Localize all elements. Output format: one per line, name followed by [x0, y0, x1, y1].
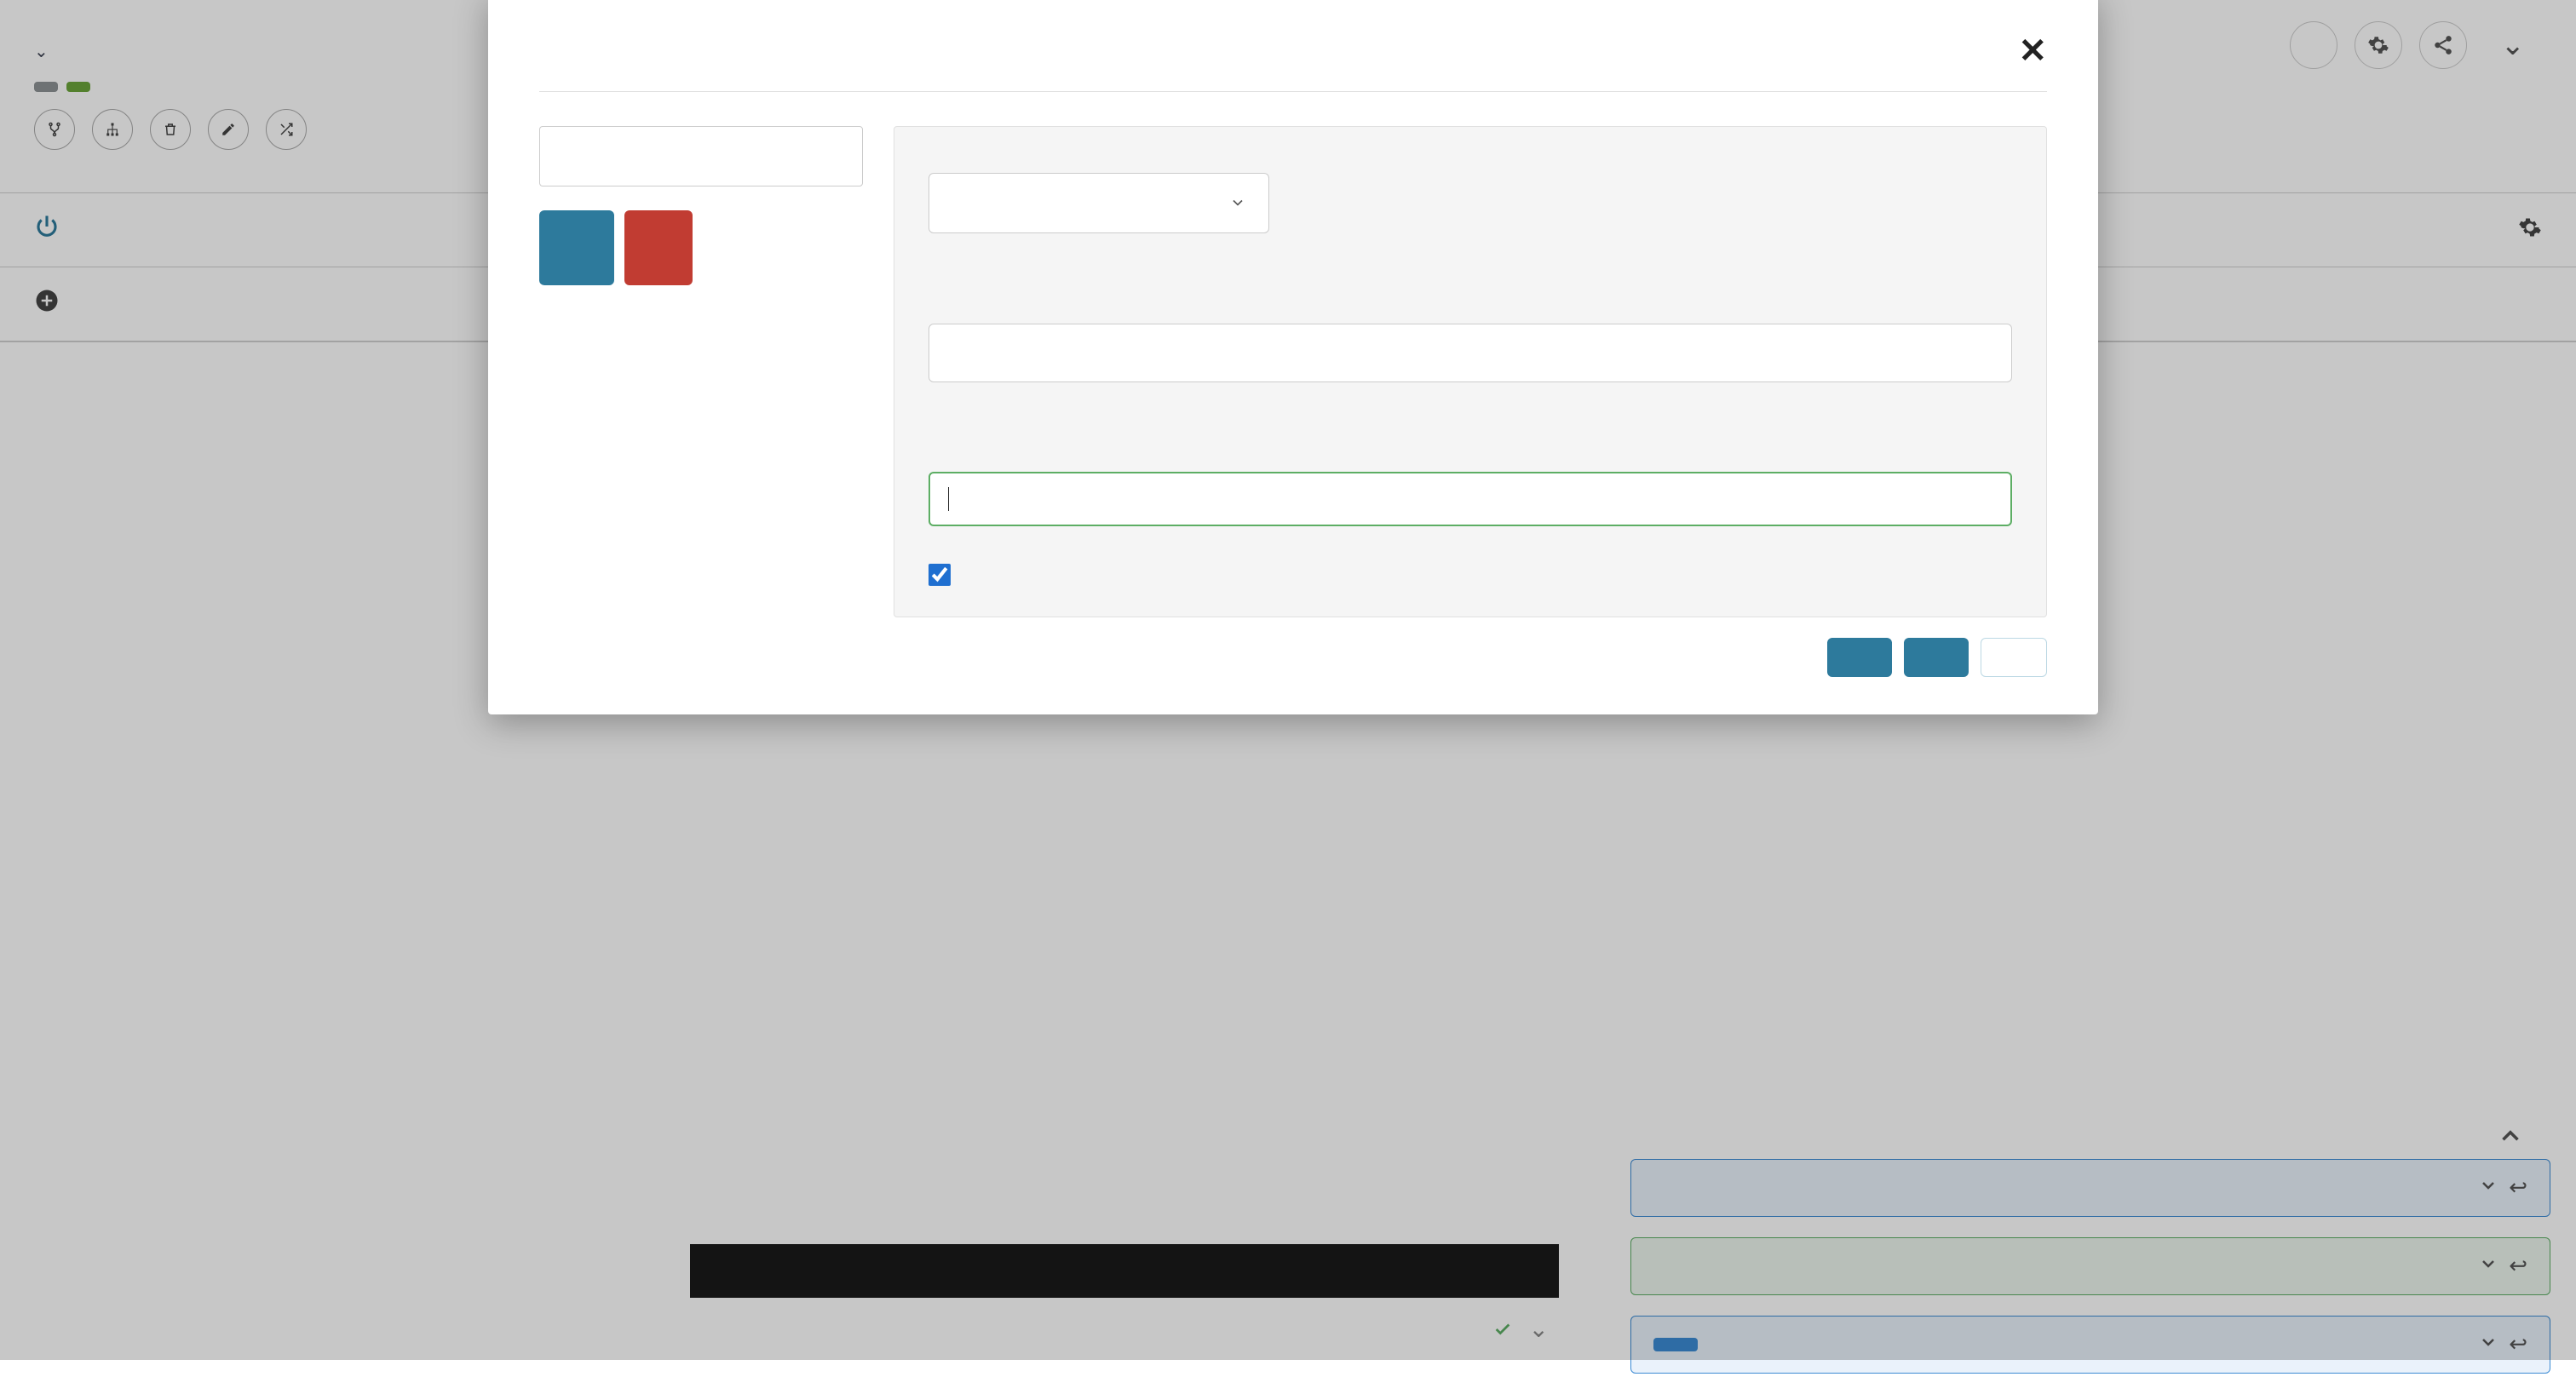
- save-and-execute-button[interactable]: [1827, 638, 1892, 677]
- output-folder-help: [929, 271, 2012, 308]
- output-folder-input[interactable]: [929, 324, 2012, 382]
- integration-search-input[interactable]: [539, 126, 863, 186]
- output-file-help: [929, 420, 2012, 457]
- add-integration-button[interactable]: [539, 210, 614, 285]
- cancel-button[interactable]: [1981, 638, 2047, 677]
- enabled-checkbox[interactable]: [929, 564, 951, 586]
- save-options-button[interactable]: [1904, 638, 1969, 677]
- chevron-down-icon: [1178, 189, 1246, 217]
- output-file-input[interactable]: [929, 472, 2012, 526]
- manage-integrations-modal: ✕: [488, 0, 2098, 714]
- close-button[interactable]: ✕: [2018, 31, 2047, 71]
- remove-integration-button[interactable]: [624, 210, 693, 285]
- gen-api-select[interactable]: [929, 173, 1269, 233]
